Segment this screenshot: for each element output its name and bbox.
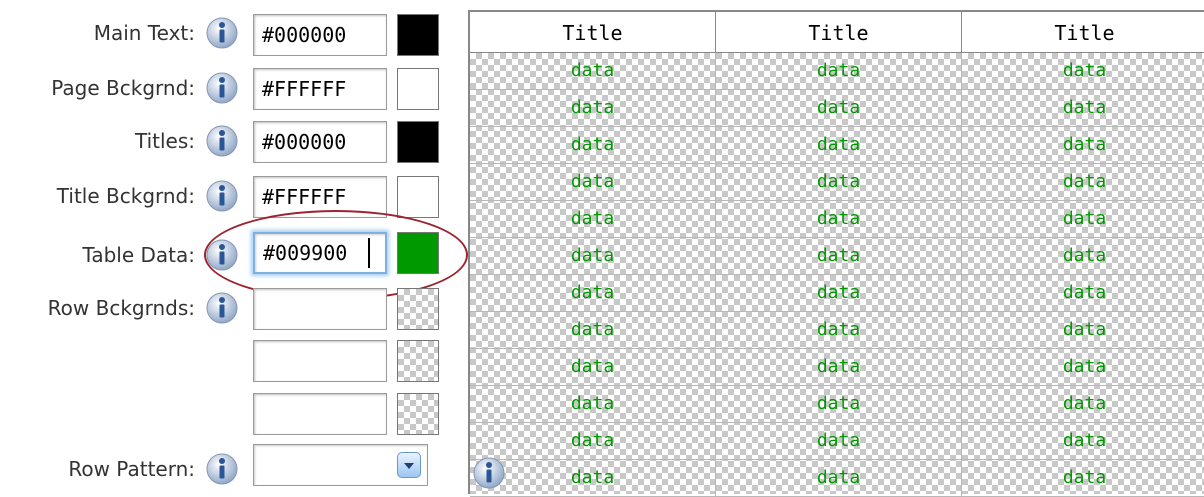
table-cell: data bbox=[716, 423, 962, 460]
table-cell: data bbox=[716, 312, 962, 349]
table-row: data data data bbox=[470, 349, 1204, 386]
preview-header-row: Title Title Title bbox=[470, 12, 1204, 53]
table-cell: data bbox=[962, 460, 1204, 497]
table-row: data data data bbox=[470, 275, 1204, 312]
table-cell: data bbox=[716, 90, 962, 127]
table-data-color-swatch[interactable] bbox=[397, 232, 439, 274]
table-cell: data bbox=[716, 127, 962, 164]
table-cell: data bbox=[962, 312, 1204, 349]
row-background-3-swatch[interactable] bbox=[397, 393, 439, 435]
preview-column-title: Title bbox=[470, 12, 716, 52]
table-cell: data bbox=[470, 312, 716, 349]
title-background-hex-input[interactable] bbox=[253, 176, 387, 218]
table-row: data data data bbox=[470, 386, 1204, 423]
table-cell: data bbox=[470, 275, 716, 312]
info-icon[interactable] bbox=[205, 291, 239, 325]
main-text-hex-input[interactable] bbox=[253, 14, 387, 56]
table-cell: data bbox=[470, 127, 716, 164]
table-preview: Title Title Title data data data data data da… bbox=[468, 10, 1204, 497]
table-cell: data bbox=[962, 127, 1204, 164]
preview-body: data data data data data data data data data data… bbox=[470, 53, 1204, 497]
table-cell: data bbox=[962, 423, 1204, 460]
table-cell: data bbox=[716, 386, 962, 423]
text-caret bbox=[368, 238, 370, 268]
main-text-label: Main Text: bbox=[93, 21, 195, 45]
table-row: data data data bbox=[470, 127, 1204, 164]
table-cell: data bbox=[470, 201, 716, 238]
table-cell: data bbox=[962, 164, 1204, 201]
row-pattern-label: Row Pattern: bbox=[68, 457, 195, 481]
table-cell: data bbox=[470, 460, 716, 497]
row-background-2-input[interactable] bbox=[253, 340, 387, 382]
table-cell: data bbox=[470, 349, 716, 386]
table-cell: data bbox=[470, 386, 716, 423]
table-cell: data bbox=[962, 349, 1204, 386]
title-background-label: Title Bckgrnd: bbox=[56, 184, 195, 208]
row-background-1-swatch[interactable] bbox=[397, 288, 439, 330]
table-row: data data data bbox=[470, 460, 1204, 497]
table-cell: data bbox=[716, 275, 962, 312]
table-row: data data data bbox=[470, 90, 1204, 127]
chevron-down-icon[interactable] bbox=[397, 452, 421, 478]
table-cell: data bbox=[962, 90, 1204, 127]
table-row: data data data bbox=[470, 201, 1204, 238]
table-cell: data bbox=[716, 164, 962, 201]
title-background-color-swatch[interactable] bbox=[397, 176, 439, 218]
row-background-2-swatch[interactable] bbox=[397, 340, 439, 382]
table-cell: data bbox=[962, 386, 1204, 423]
table-row: data data data bbox=[470, 164, 1204, 201]
table-cell: data bbox=[470, 423, 716, 460]
page-background-color-swatch[interactable] bbox=[397, 68, 439, 110]
preview-column-title: Title bbox=[962, 12, 1204, 52]
table-data-hex-input[interactable] bbox=[253, 232, 387, 274]
table-cell: data bbox=[470, 238, 716, 275]
table-row: data data data bbox=[470, 238, 1204, 275]
page-background-label: Page Bckgrnd: bbox=[51, 76, 195, 100]
main-text-color-swatch[interactable] bbox=[397, 14, 439, 56]
table-cell: data bbox=[470, 164, 716, 201]
table-cell: data bbox=[962, 53, 1204, 90]
info-icon[interactable] bbox=[472, 456, 506, 490]
table-row: data data data bbox=[470, 312, 1204, 349]
table-cell: data bbox=[716, 349, 962, 386]
table-cell: data bbox=[962, 275, 1204, 312]
table-cell: data bbox=[716, 238, 962, 275]
info-icon[interactable] bbox=[205, 124, 239, 158]
table-cell: data bbox=[470, 90, 716, 127]
table-row: data data data bbox=[470, 423, 1204, 460]
info-icon[interactable] bbox=[205, 16, 239, 50]
table-cell: data bbox=[716, 460, 962, 497]
info-icon[interactable] bbox=[205, 452, 239, 486]
table-cell: data bbox=[470, 53, 716, 90]
titles-label: Titles: bbox=[134, 129, 195, 153]
titles-color-swatch[interactable] bbox=[397, 121, 439, 163]
row-background-1-input[interactable] bbox=[253, 288, 387, 330]
info-icon[interactable] bbox=[205, 71, 239, 105]
row-backgrounds-label: Row Bckgrnds: bbox=[47, 296, 195, 320]
table-row: data data data bbox=[470, 53, 1204, 90]
table-cell: data bbox=[962, 201, 1204, 238]
table-cell: data bbox=[716, 53, 962, 90]
info-icon[interactable] bbox=[205, 179, 239, 213]
info-icon[interactable] bbox=[205, 238, 239, 272]
row-pattern-select[interactable] bbox=[253, 444, 428, 486]
page-background-hex-input[interactable] bbox=[253, 68, 387, 110]
table-cell: data bbox=[962, 238, 1204, 275]
table-cell: data bbox=[716, 201, 962, 238]
titles-hex-input[interactable] bbox=[253, 121, 387, 163]
table-data-label: Table Data: bbox=[82, 243, 195, 267]
preview-column-title: Title bbox=[716, 12, 962, 52]
row-background-3-input[interactable] bbox=[253, 393, 387, 435]
